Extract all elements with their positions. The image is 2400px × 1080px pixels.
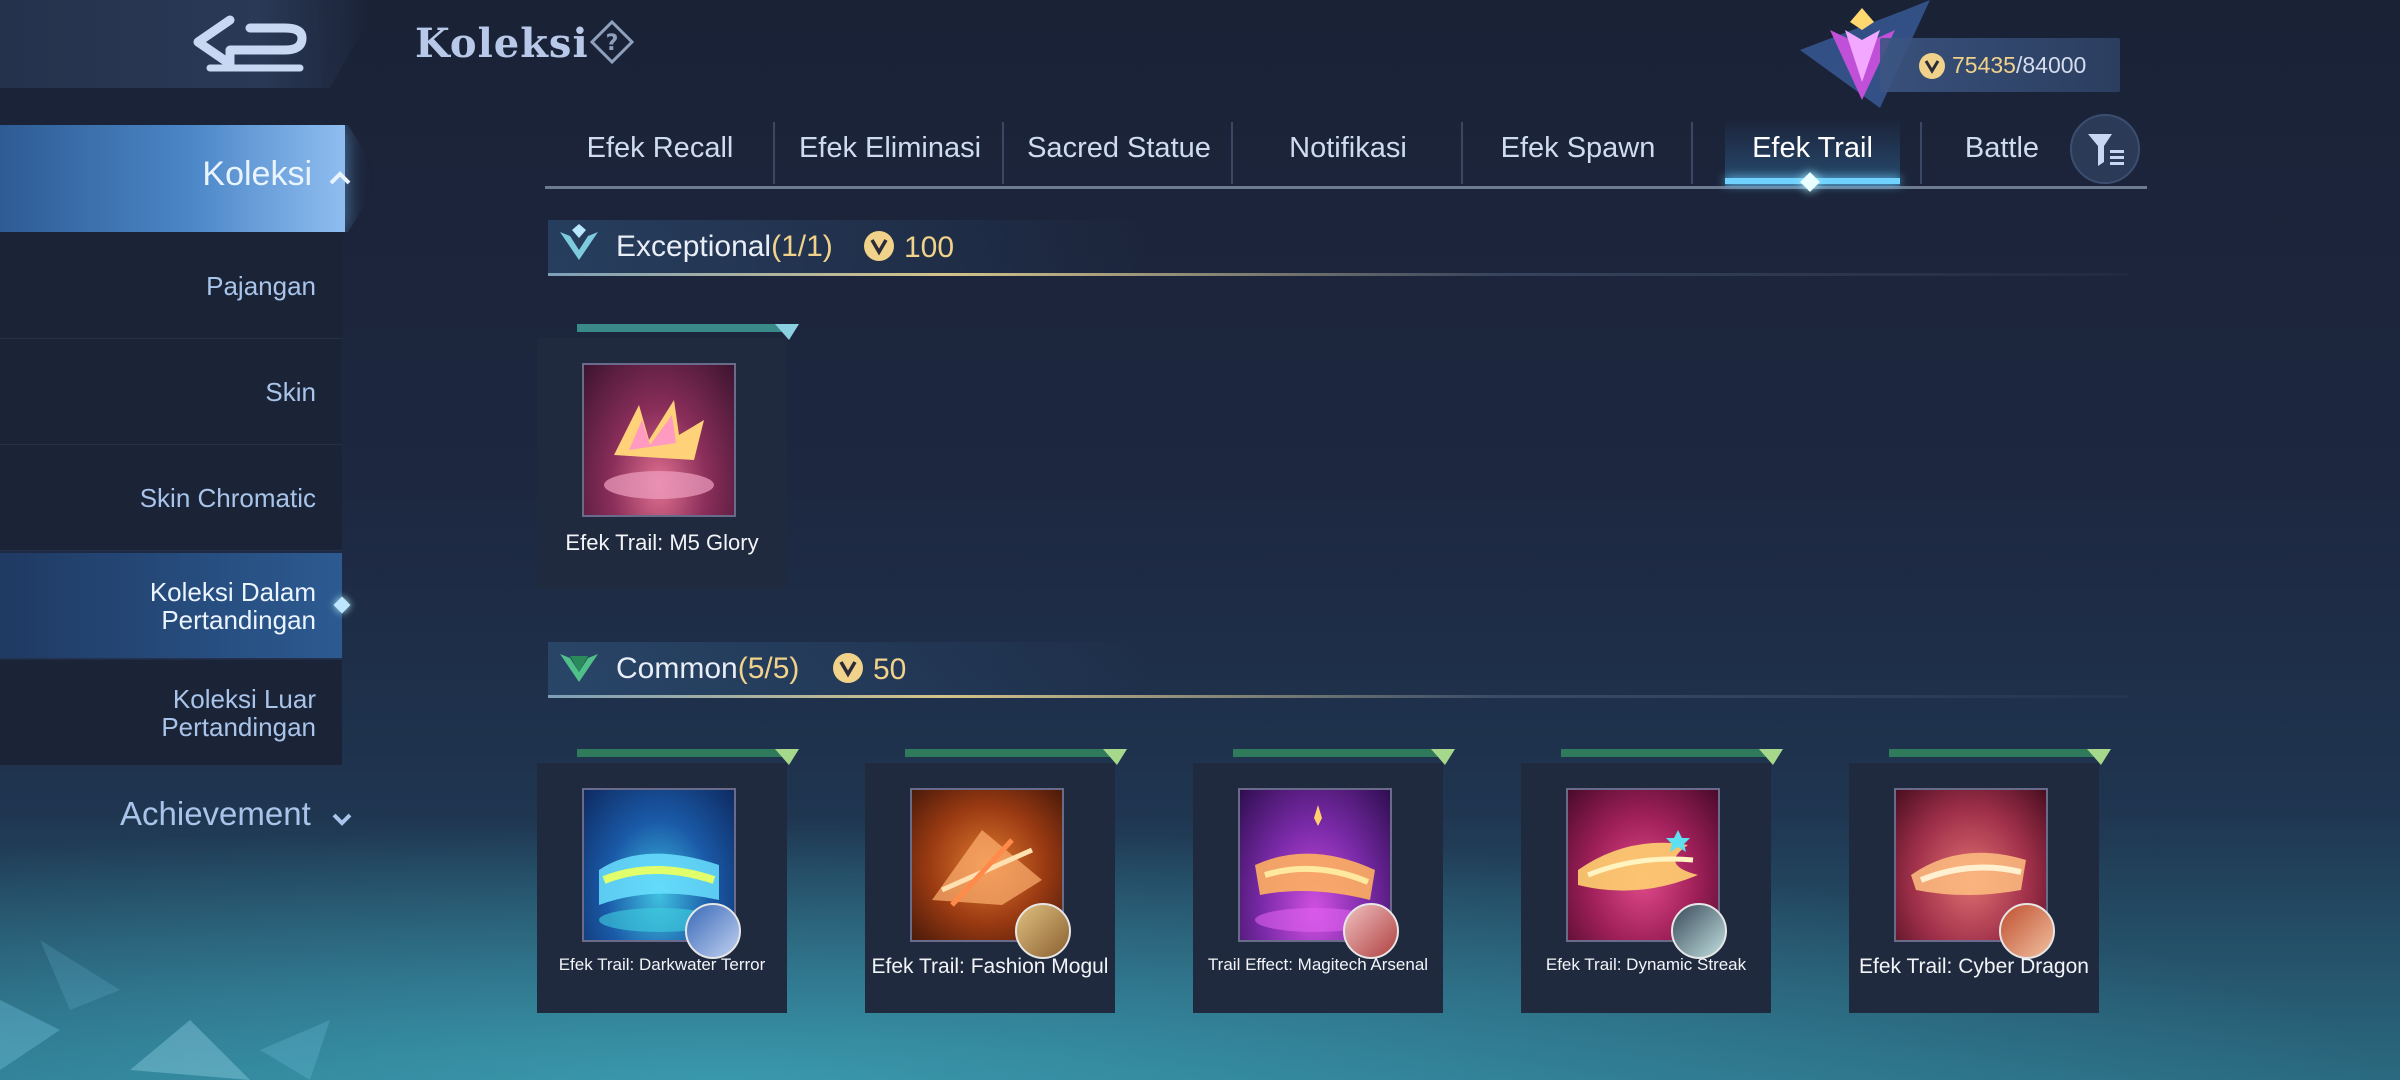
collection-coin-icon: [833, 653, 863, 683]
tab-battle[interactable]: Battle: [1922, 118, 2082, 188]
tabs-baseline: [545, 186, 2147, 189]
filter-icon: [2088, 134, 2124, 166]
sidebar-item-koleksi-dalam-pertandingan[interactable]: Koleksi Dalam Pertandingan: [0, 553, 351, 659]
collection-points-max: 84000: [2022, 52, 2087, 78]
section-title: Common(5/5): [616, 652, 799, 686]
background-shards: [0, 940, 330, 1080]
card-frame-icon: [577, 324, 799, 340]
section-points: 50: [873, 653, 907, 686]
sidebar-main-label: Koleksi: [202, 155, 312, 193]
section-points: 100: [904, 231, 955, 264]
tab-efek-spawn[interactable]: Efek Spawn: [1463, 118, 1693, 188]
card-name: Efek Trail: Fashion Mogul: [871, 955, 1109, 978]
sidebar-item-skin[interactable]: Skin: [0, 339, 342, 445]
sidebar-item-label: Koleksi Dalam Pertandingan: [149, 576, 316, 635]
collection-card[interactable]: Efek Trail: Darkwater Terror: [537, 749, 799, 1013]
card-frame-icon: [1889, 749, 2111, 765]
collection-points-current: 75435: [1952, 52, 2016, 78]
m5-glory-trail-icon: [604, 400, 714, 499]
collection-coin-icon: [864, 231, 894, 261]
card-thumbnail: [582, 363, 736, 517]
card-name: Efek Trail: M5 Glory: [565, 530, 759, 555]
section-count: (5/5): [737, 652, 800, 685]
section-count: (1/1): [771, 230, 833, 263]
tab-notifikasi[interactable]: Notifikasi: [1233, 118, 1463, 188]
sidebar-item-koleksi-luar-pertandingan[interactable]: Koleksi Luar Pertandingan: [0, 660, 342, 766]
collection-card[interactable]: Efek Trail: M5 Glory: [537, 324, 799, 588]
back-arrow-icon[interactable]: [190, 8, 320, 78]
page-title: Koleksi: [415, 20, 589, 67]
card-frame-icon: [577, 749, 799, 765]
tab-efek-recall[interactable]: Efek Recall: [545, 118, 775, 188]
card-name: Efek Trail: Cyber Dragon: [1859, 955, 2089, 978]
card-name: Trail Effect: Magitech Arsenal: [1207, 955, 1429, 974]
sidebar-item-label: Koleksi Luar Pertandingan: [161, 683, 316, 742]
sidebar-item-pajangan[interactable]: Pajangan: [0, 233, 342, 339]
sidebar-item-label: Skin: [265, 376, 316, 407]
hero-avatar: [1343, 903, 1399, 959]
sidebar-item-label: Skin Chromatic: [139, 482, 316, 513]
section-divider: [548, 695, 2128, 698]
section-header-common: Common(5/5) 50: [548, 642, 2128, 698]
sidebar-item-label: Pajangan: [206, 270, 316, 301]
tab-efek-eliminasi[interactable]: Efek Eliminasi: [775, 118, 1005, 188]
exceptional-tier-icon: [560, 224, 598, 260]
section-title: Exceptional(1/1): [616, 230, 833, 264]
sidebar-achievement[interactable]: Achievement: [120, 795, 311, 833]
hero-avatar: [1999, 903, 2055, 959]
collection-card[interactable]: Efek Trail: Dynamic Streak: [1521, 749, 1783, 1013]
sidebar-item-skin-chromatic[interactable]: Skin Chromatic: [0, 445, 342, 551]
chevron-up-icon: [329, 171, 351, 185]
card-frame-icon: [1233, 749, 1455, 765]
chevron-down-icon: [332, 813, 352, 826]
tab-sacred-statue[interactable]: Sacred Statue: [1004, 118, 1234, 188]
collection-coin-icon: [1919, 53, 1945, 79]
card-name: Efek Trail: Dynamic Streak: [1545, 955, 1747, 974]
active-indicator: [333, 596, 351, 614]
common-tier-icon: [560, 654, 598, 682]
hero-avatar: [685, 903, 741, 959]
svg-text:?: ?: [606, 31, 619, 56]
question-diamond-icon[interactable]: ?: [590, 20, 634, 64]
section-header-exceptional: Exceptional(1/1) 100: [548, 220, 2128, 276]
tab-divider: [1691, 122, 1693, 184]
collection-card[interactable]: Efek Trail: Cyber Dragon: [1849, 749, 2111, 1013]
card-frame-icon: [1561, 749, 1783, 765]
section-name: Exceptional: [616, 230, 772, 263]
collection-points-text: 75435/84000: [1952, 52, 2086, 79]
hero-avatar: [1671, 903, 1727, 959]
hero-avatar: [1015, 903, 1071, 959]
filter-button[interactable]: [2070, 114, 2140, 184]
collection-card[interactable]: Trail Effect: Magitech Arsenal: [1193, 749, 1455, 1013]
collection-card[interactable]: Efek Trail: Fashion Mogul: [865, 749, 1127, 1013]
category-tabs: Efek Recall Efek Eliminasi Sacred Statue…: [545, 118, 2147, 188]
section-name: Common: [616, 652, 738, 685]
section-divider: [548, 273, 2128, 276]
card-name: Efek Trail: Darkwater Terror: [558, 955, 766, 974]
card-frame-icon: [905, 749, 1127, 765]
